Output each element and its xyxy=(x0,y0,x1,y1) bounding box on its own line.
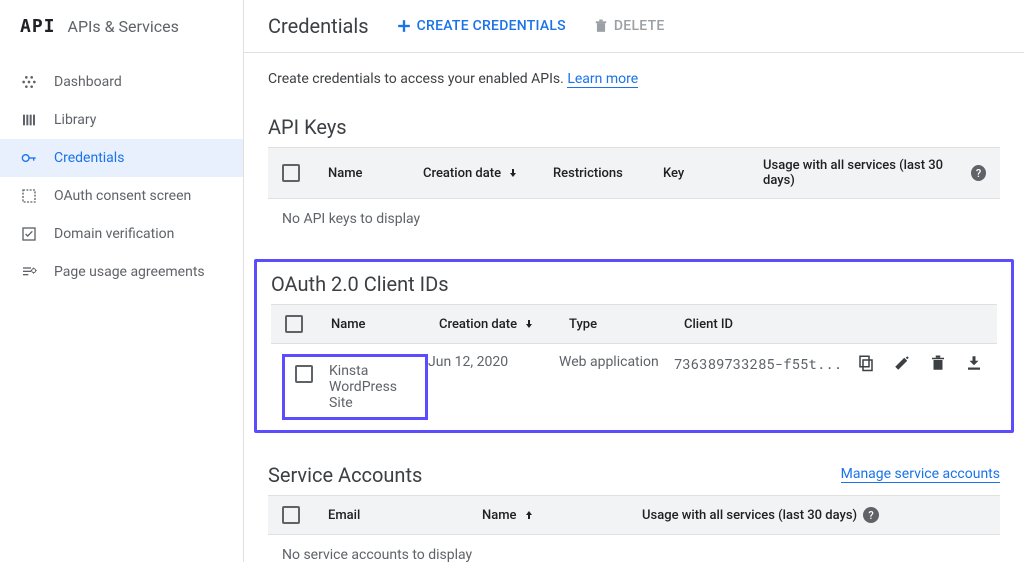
col-email[interactable]: Email xyxy=(328,508,482,523)
oauth-date: Jun 12, 2020 xyxy=(428,354,559,370)
api-keys-empty: No API keys to display xyxy=(268,199,1000,239)
sidebar-item-label: Domain verification xyxy=(54,226,174,242)
oauth-type: Web application xyxy=(559,354,674,370)
select-all-checkbox[interactable] xyxy=(285,315,303,333)
col-key[interactable]: Key xyxy=(663,166,763,181)
delete-icon[interactable] xyxy=(929,354,947,372)
main-header: Credentials CREATE CREDENTIALS DELETE xyxy=(244,0,1024,53)
col-client-id[interactable]: Client ID xyxy=(684,317,983,332)
api-logo: API xyxy=(20,16,56,37)
col-name[interactable]: Name xyxy=(328,166,423,181)
col-restrictions[interactable]: Restrictions xyxy=(553,166,663,181)
sidebar-item-library[interactable]: Library xyxy=(0,101,243,139)
row-checkbox[interactable] xyxy=(295,365,313,383)
col-usage[interactable]: Usage with all services (last 30 days)? xyxy=(642,507,986,523)
sidebar-item-label: Credentials xyxy=(54,150,124,166)
api-keys-title: API Keys xyxy=(268,115,1000,139)
key-icon xyxy=(20,149,38,167)
sidebar: API APIs & Services Dashboard Library xyxy=(0,0,244,562)
plus-icon xyxy=(397,19,411,33)
arrow-up-icon xyxy=(523,509,535,521)
api-keys-header: Name Creation date Restrictions Key Usag… xyxy=(268,147,1000,199)
col-usage[interactable]: Usage with all services (last 30 days)? xyxy=(763,158,986,188)
agreement-icon xyxy=(20,263,38,281)
arrow-down-icon xyxy=(523,318,535,330)
select-all-checkbox[interactable] xyxy=(282,506,300,524)
col-creation-date[interactable]: Creation date xyxy=(439,317,569,332)
help-icon[interactable]: ? xyxy=(971,165,986,181)
sidebar-item-domain-verification[interactable]: Domain verification xyxy=(0,215,243,253)
oauth-row-highlight: Kinsta WordPress Site xyxy=(282,354,428,420)
sidebar-item-label: OAuth consent screen xyxy=(54,188,191,204)
sidebar-header: API APIs & Services xyxy=(0,0,243,53)
service-accounts-section: Service Accounts Manage service accounts… xyxy=(254,453,1014,562)
oauth-row[interactable]: Kinsta WordPress Site Jun 12, 2020 Web a… xyxy=(271,344,997,430)
col-creation-date[interactable]: Creation date xyxy=(423,166,553,181)
page-title: Credentials xyxy=(268,14,369,38)
learn-more-link[interactable]: Learn more xyxy=(567,71,638,88)
sidebar-nav: Dashboard Library Credentials OAuth cons… xyxy=(0,63,243,291)
download-icon[interactable] xyxy=(965,354,983,372)
trash-icon xyxy=(594,19,608,33)
service-accounts-title: Service Accounts xyxy=(268,463,422,487)
main-content: Credentials CREATE CREDENTIALS DELETE Cr… xyxy=(244,0,1024,562)
oauth-header: Name Creation date Type Client ID xyxy=(271,304,997,344)
oauth-title: OAuth 2.0 Client IDs xyxy=(271,272,997,296)
col-name[interactable]: Name xyxy=(482,508,642,523)
sidebar-item-label: Library xyxy=(54,112,96,128)
sidebar-item-dashboard[interactable]: Dashboard xyxy=(0,63,243,101)
delete-button[interactable]: DELETE xyxy=(594,18,665,34)
sidebar-item-page-usage[interactable]: Page usage agreements xyxy=(0,253,243,291)
description: Create credentials to access your enable… xyxy=(244,53,1024,105)
consent-icon xyxy=(20,187,38,205)
service-accounts-empty: No service accounts to display xyxy=(268,535,1000,562)
sidebar-item-label: Page usage agreements xyxy=(54,264,205,280)
sidebar-item-label: Dashboard xyxy=(54,74,122,90)
dashboard-icon xyxy=(20,73,38,91)
col-type[interactable]: Type xyxy=(569,317,684,332)
row-actions xyxy=(843,354,983,372)
api-keys-section: API Keys Name Creation date Restrictions… xyxy=(254,115,1014,239)
edit-icon[interactable] xyxy=(893,354,911,372)
arrow-down-icon xyxy=(507,167,519,179)
service-accounts-header: Email Name Usage with all services (last… xyxy=(268,495,1000,535)
verify-icon xyxy=(20,225,38,243)
create-credentials-button[interactable]: CREATE CREDENTIALS xyxy=(397,18,566,34)
sidebar-item-credentials[interactable]: Credentials xyxy=(0,139,243,177)
copy-icon[interactable] xyxy=(857,354,875,372)
library-icon xyxy=(20,111,38,129)
oauth-client-id: 736389733285-f55t... xyxy=(674,354,843,373)
sidebar-title: APIs & Services xyxy=(68,17,179,36)
manage-service-accounts-link[interactable]: Manage service accounts xyxy=(841,466,1000,483)
select-all-checkbox[interactable] xyxy=(282,164,300,182)
oauth-name[interactable]: Kinsta WordPress Site xyxy=(329,363,415,411)
col-name[interactable]: Name xyxy=(331,317,439,332)
help-icon[interactable]: ? xyxy=(863,507,879,523)
oauth-section: OAuth 2.0 Client IDs Name Creation date … xyxy=(254,259,1014,433)
sidebar-item-oauth-consent[interactable]: OAuth consent screen xyxy=(0,177,243,215)
